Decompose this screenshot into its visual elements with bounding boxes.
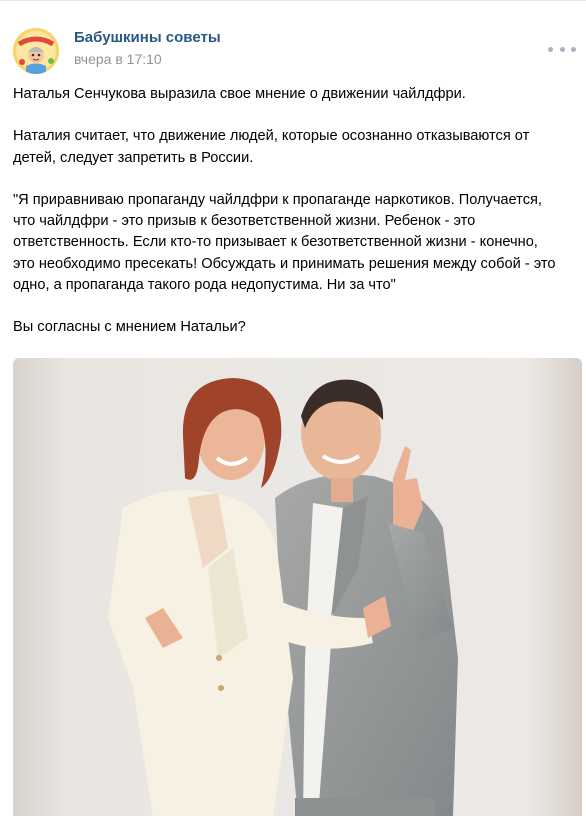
more-options-button[interactable] (548, 39, 576, 59)
post-text: Наталья Сенчукова выразила свое мнение о… (13, 84, 577, 360)
post-photo[interactable] (13, 358, 582, 816)
community-logo (13, 28, 59, 74)
post: Бабушкины советы вчера в 17:10 Наталья С… (0, 0, 586, 816)
post-header: Бабушкины советы вчера в 17:10 (0, 1, 586, 77)
post-timestamp[interactable]: вчера в 17:10 (74, 51, 162, 67)
post-paragraph-4: Вы согласны с мнением Натальи? (13, 319, 246, 336)
photo-image (13, 358, 582, 816)
more-horizontal-icon-dot (559, 46, 565, 52)
post-paragraph-1: Наталья Сенчукова выразила свое мнение о… (13, 86, 466, 102)
more-horizontal-icon (548, 46, 553, 52)
community-name-link[interactable]: Бабушкины советы (74, 29, 221, 46)
community-avatar[interactable] (13, 28, 59, 74)
more-horizontal-icon-dot (571, 46, 576, 52)
post-paragraph-3: "Я приравниваю пропаганду чайлдфри к про… (13, 191, 556, 293)
post-paragraph-2: Наталия считает, что движение людей, кот… (13, 128, 530, 166)
